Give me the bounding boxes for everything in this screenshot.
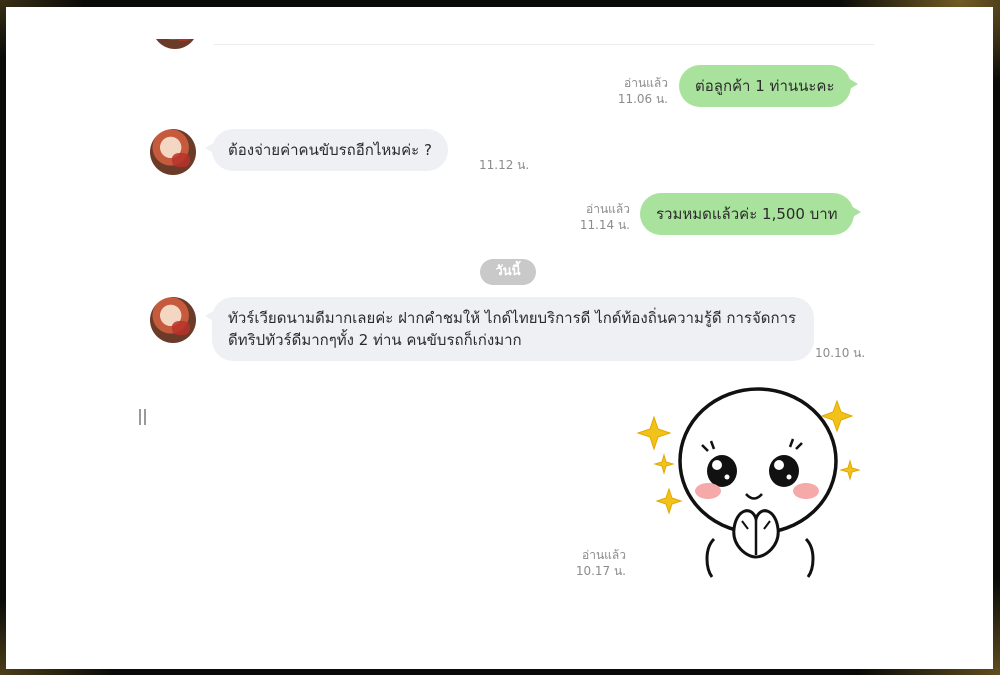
message-time: 11.06 น. xyxy=(617,92,668,106)
message-meta: อ่านแล้ว 10.17 น. xyxy=(562,547,626,579)
message-meta: อ่านแล้ว 11.06 น. xyxy=(604,75,668,107)
message-time: 11.12 น. xyxy=(479,158,530,172)
message-time: 11.14 น. xyxy=(579,218,630,232)
contact-avatar[interactable] xyxy=(150,129,196,175)
outgoing-message[interactable]: ต่อลูกค้า 1 ท่านนะคะ xyxy=(679,65,858,107)
message-time: 10.17 น. xyxy=(575,564,626,578)
outgoing-message[interactable]: รวมหมดแล้วค่ะ 1,500 บาท xyxy=(640,193,861,235)
read-receipt: อ่านแล้ว xyxy=(582,548,626,562)
scroll-indicator xyxy=(139,409,146,425)
message-meta: อ่านแล้ว 11.14 น. xyxy=(566,201,630,233)
read-receipt: อ่านแล้ว xyxy=(586,202,630,216)
message-time: 10.10 น. xyxy=(815,346,866,360)
screenshot-area: อ่านแล้ว 11.06 น. ต่อลูกค้า 1 ท่านนะคะ ต… xyxy=(6,7,993,669)
incoming-message[interactable]: ต้องจ่ายค่าคนขับรถอีกไหมค่ะ ? xyxy=(205,129,448,171)
read-receipt: อ่านแล้ว xyxy=(624,76,668,90)
chat-window: อ่านแล้ว 11.06 น. ต่อลูกค้า 1 ท่านนะคะ ต… xyxy=(134,39,889,595)
contact-avatar[interactable] xyxy=(152,39,198,49)
cute-pleading-face-sticker[interactable] xyxy=(634,379,864,579)
divider xyxy=(214,44,874,45)
incoming-message[interactable]: ทัวร์เวียดนามดีมากเลยค่ะ ฝากคำชมให้ ไกด์… xyxy=(205,297,814,361)
contact-avatar[interactable] xyxy=(150,297,196,343)
date-divider: วันนี้ xyxy=(480,259,536,285)
